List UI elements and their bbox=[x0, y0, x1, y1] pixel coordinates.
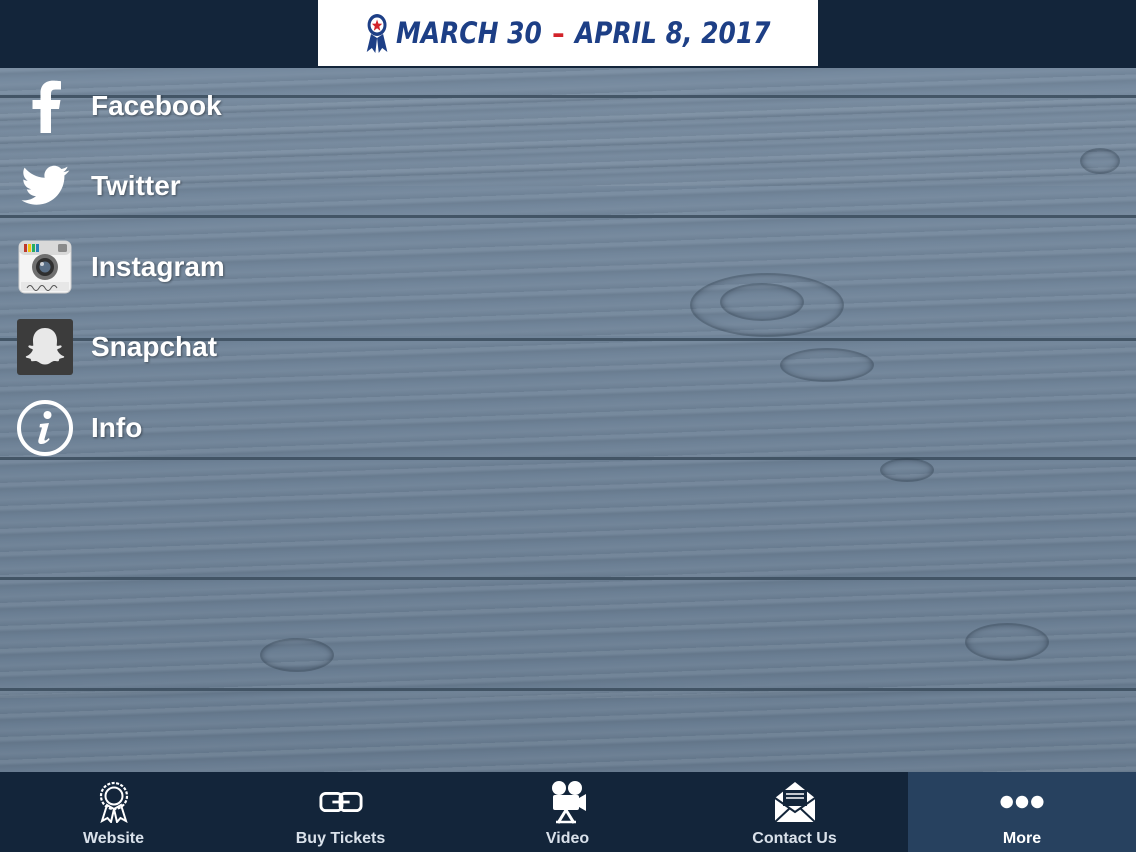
wood-knot bbox=[720, 283, 804, 321]
date-start: MARCH 30 bbox=[396, 16, 543, 50]
menu-item-label: Info bbox=[91, 412, 143, 443]
bottom-tab-bar: Website Buy Tickets Video Contact Us Mor… bbox=[0, 772, 1136, 852]
wood-plank bbox=[0, 691, 1136, 772]
snapchat-icon bbox=[16, 318, 74, 376]
menu-item-label: Instagram bbox=[91, 251, 225, 282]
menu-item-label: Snapchat bbox=[91, 331, 218, 362]
menu-item-label: Twitter bbox=[91, 170, 181, 201]
wood-plank bbox=[0, 460, 1136, 578]
menu-item-snapchat[interactable]: Snapchat bbox=[0, 311, 330, 383]
date-separator: – bbox=[552, 16, 565, 50]
tab-label: Buy Tickets bbox=[295, 830, 386, 847]
date-banner: MARCH 30 – APRIL 8, 2017 bbox=[318, 0, 818, 66]
banner-content: MARCH 30 – APRIL 8, 2017 bbox=[365, 12, 771, 54]
tab-buy-tickets[interactable]: Buy Tickets bbox=[227, 772, 454, 852]
twitter-icon bbox=[16, 157, 74, 215]
info-icon bbox=[16, 399, 74, 457]
facebook-icon bbox=[16, 77, 74, 135]
menu-item-info[interactable]: Info bbox=[0, 392, 330, 464]
tab-more[interactable]: More bbox=[908, 772, 1136, 852]
tab-label: Contact Us bbox=[752, 830, 837, 847]
app-screen: MARCH 30 – APRIL 8, 2017 Facebook Twitte… bbox=[0, 0, 1136, 852]
menu-item-facebook[interactable]: Facebook bbox=[0, 70, 330, 142]
tab-website[interactable]: Website bbox=[0, 772, 227, 852]
envelope-icon bbox=[773, 780, 817, 824]
menu-item-instagram[interactable]: Instagram bbox=[0, 231, 330, 303]
wood-knot bbox=[780, 348, 874, 382]
wood-knot bbox=[1080, 148, 1120, 174]
instagram-icon bbox=[16, 238, 74, 296]
tab-label: Video bbox=[545, 830, 590, 847]
link-icon bbox=[318, 780, 363, 824]
wood-knot bbox=[260, 638, 334, 672]
date-end: APRIL 8, 2017 bbox=[575, 16, 771, 50]
wood-knot bbox=[965, 623, 1049, 661]
ribbon-icon bbox=[92, 780, 136, 824]
tab-contact-us[interactable]: Contact Us bbox=[681, 772, 908, 852]
tab-label: Website bbox=[82, 830, 145, 847]
tab-video[interactable]: Video bbox=[454, 772, 681, 852]
tab-label: More bbox=[1002, 830, 1042, 847]
ribbon-icon bbox=[366, 14, 388, 53]
video-camera-icon bbox=[546, 780, 590, 824]
menu-item-label: Facebook bbox=[91, 90, 222, 121]
more-dots-icon bbox=[1000, 780, 1044, 824]
wood-knot bbox=[880, 458, 934, 482]
header-bar: MARCH 30 – APRIL 8, 2017 bbox=[0, 0, 1136, 68]
menu-item-twitter[interactable]: Twitter bbox=[0, 150, 330, 222]
